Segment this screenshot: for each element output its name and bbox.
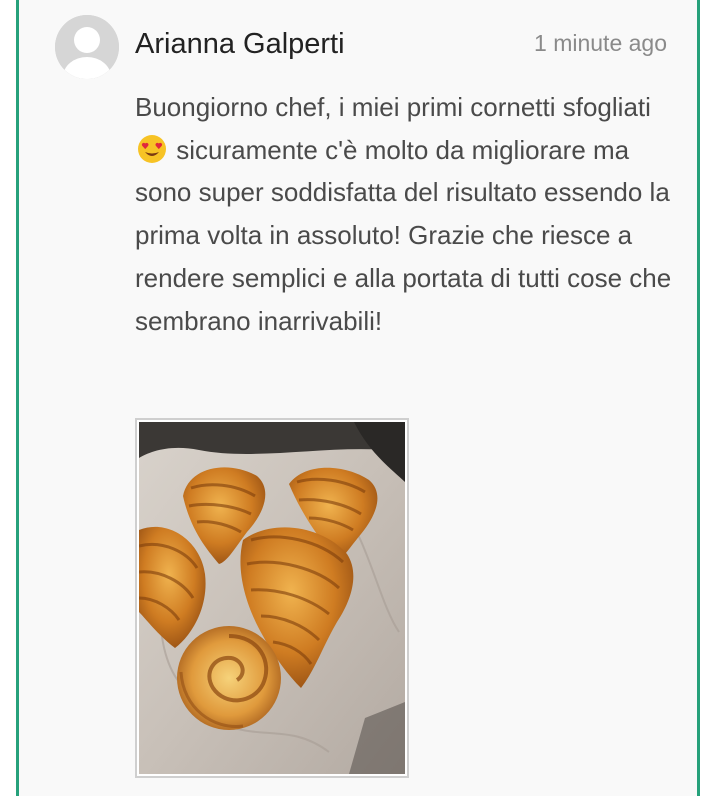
croissants-photo: [139, 422, 405, 774]
user-silhouette-icon: [55, 15, 119, 79]
comment-text-part-1: Buongiorno chef, i miei primi cornetti s…: [135, 92, 651, 122]
heart-eyes-emoji-icon: [138, 134, 166, 163]
avatar[interactable]: [55, 15, 119, 79]
comment-body: Buongiorno chef, i miei primi cornetti s…: [135, 86, 675, 342]
comment-text-part-2: sicuramente c'è molto da migliorare ma s…: [135, 134, 672, 336]
comment-card: Arianna Galperti 1 minute ago Buongiorno…: [16, 0, 700, 796]
comment-timestamp[interactable]: 1 minute ago: [534, 29, 667, 57]
comment-author[interactable]: Arianna Galperti: [135, 27, 345, 61]
comment-photo[interactable]: [135, 418, 409, 778]
